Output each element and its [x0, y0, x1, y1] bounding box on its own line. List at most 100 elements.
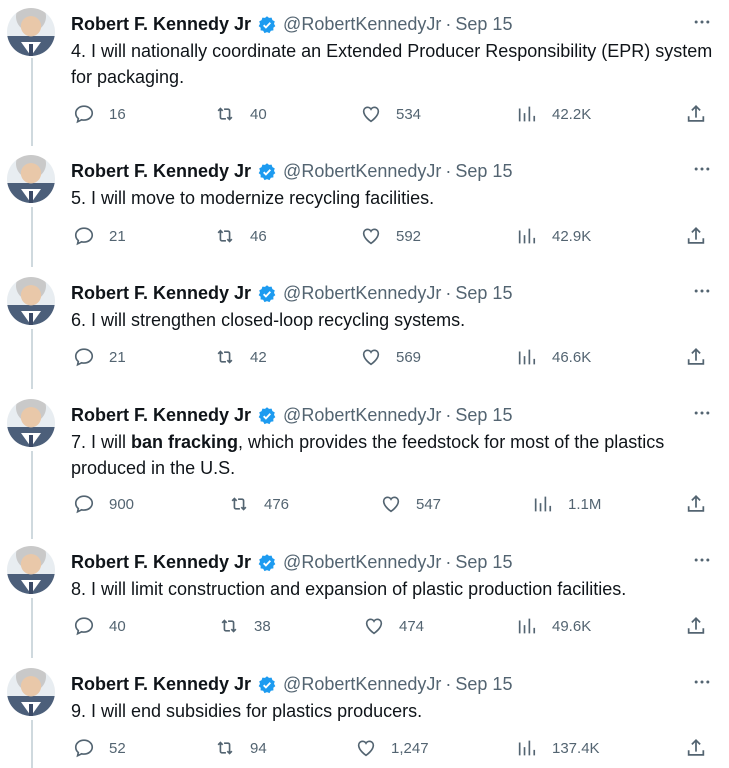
- tweet[interactable]: Robert F. Kennedy Jr @RobertKennedyJr · …: [0, 277, 729, 387]
- views-icon: [518, 618, 536, 634]
- views-button[interactable]: 49.6K: [516, 615, 591, 637]
- tweet[interactable]: Robert F. Kennedy Jr @RobertKennedyJr · …: [0, 399, 729, 534]
- more-icon[interactable]: [692, 550, 712, 575]
- tweet[interactable]: Robert F. Kennedy Jr @RobertKennedyJr · …: [0, 8, 729, 138]
- retweet-icon: [217, 107, 233, 121]
- like-button[interactable]: 569: [360, 346, 421, 368]
- tweet-date[interactable]: Sep 15: [455, 161, 512, 182]
- tweet-text: 4. I will nationally coordinate an Exten…: [71, 41, 713, 87]
- author-name[interactable]: Robert F. Kennedy Jr: [71, 552, 251, 573]
- author-handle[interactable]: @RobertKennedyJr: [283, 405, 441, 426]
- reply-button[interactable]: 21: [73, 346, 126, 368]
- avatar[interactable]: [7, 399, 55, 447]
- views-button[interactable]: 46.6K: [516, 346, 591, 368]
- tweet-header: Robert F. Kennedy Jr @RobertKennedyJr · …: [71, 552, 512, 573]
- tweet[interactable]: Robert F. Kennedy Jr @RobertKennedyJr · …: [0, 668, 729, 768]
- dot-separator: ·: [445, 161, 452, 181]
- retweet-icon: [231, 497, 247, 511]
- author-name[interactable]: Robert F. Kennedy Jr: [71, 14, 251, 35]
- more-icon[interactable]: [692, 672, 712, 697]
- like-button[interactable]: 592: [360, 225, 421, 247]
- share-icon[interactable]: [685, 103, 707, 130]
- retweet-icon: [221, 619, 237, 633]
- more-icon[interactable]: [692, 12, 712, 37]
- tweet-date[interactable]: Sep 15: [455, 552, 512, 573]
- share-icon[interactable]: [685, 737, 707, 764]
- reply-icon: [74, 348, 94, 367]
- tweet-date[interactable]: Sep 15: [455, 674, 512, 695]
- views-button[interactable]: 1.1M: [532, 493, 601, 515]
- like-count: 474: [399, 617, 425, 635]
- views-count: 46.6K: [552, 348, 592, 366]
- author-handle[interactable]: @RobertKennedyJr: [283, 14, 441, 35]
- reply-button[interactable]: 16: [73, 103, 126, 125]
- retweet-button[interactable]: 94: [214, 737, 267, 759]
- like-count: 1,247: [391, 739, 429, 757]
- avatar[interactable]: [7, 277, 55, 325]
- retweet-icon: [217, 229, 233, 243]
- author-handle[interactable]: @RobertKennedyJr: [283, 552, 441, 573]
- verified-badge-icon: [257, 675, 277, 695]
- reply-button[interactable]: 21: [73, 225, 126, 247]
- like-button[interactable]: 547: [380, 493, 441, 515]
- like-icon: [362, 349, 380, 366]
- author-handle[interactable]: @RobertKennedyJr: [283, 161, 441, 182]
- avatar[interactable]: [7, 155, 55, 203]
- more-icon[interactable]: [692, 403, 712, 428]
- reply-count: 16: [109, 105, 126, 123]
- avatar[interactable]: [7, 546, 55, 594]
- more-icon[interactable]: [692, 281, 712, 306]
- verified-badge-icon: [257, 284, 277, 304]
- share-icon[interactable]: [685, 225, 707, 252]
- tweet-text: 8. I will limit construction and expansi…: [71, 579, 627, 599]
- reply-button[interactable]: 52: [73, 737, 126, 759]
- retweet-button[interactable]: 40: [214, 103, 267, 125]
- views-button[interactable]: 42.9K: [516, 225, 591, 247]
- tweet[interactable]: Robert F. Kennedy Jr @RobertKennedyJr · …: [0, 546, 729, 656]
- author-name[interactable]: Robert F. Kennedy Jr: [71, 283, 251, 304]
- author-handle[interactable]: @RobertKennedyJr: [283, 674, 441, 695]
- views-icon: [518, 740, 536, 756]
- retweet-icon: [217, 350, 233, 364]
- reply-icon: [74, 227, 94, 246]
- tweet-date[interactable]: Sep 15: [455, 405, 512, 426]
- views-icon: [518, 106, 536, 122]
- retweet-button[interactable]: 42: [214, 346, 267, 368]
- author-name[interactable]: Robert F. Kennedy Jr: [71, 405, 251, 426]
- reply-count: 40: [109, 617, 126, 635]
- tweet-header: Robert F. Kennedy Jr @RobertKennedyJr · …: [71, 405, 512, 426]
- like-button[interactable]: 534: [360, 103, 421, 125]
- like-icon: [362, 228, 380, 245]
- share-icon[interactable]: [685, 346, 707, 373]
- retweet-button[interactable]: 38: [218, 615, 271, 637]
- retweet-count: 42: [250, 348, 267, 366]
- retweet-button[interactable]: 476: [228, 493, 289, 515]
- author-handle[interactable]: @RobertKennedyJr: [283, 283, 441, 304]
- tweet-text: 5. I will move to modernize recycling fa…: [71, 188, 435, 208]
- author-name[interactable]: Robert F. Kennedy Jr: [71, 674, 251, 695]
- more-icon[interactable]: [692, 159, 712, 184]
- like-button[interactable]: 1,247: [355, 737, 429, 759]
- tweet-date[interactable]: Sep 15: [455, 283, 512, 304]
- like-count: 569: [396, 348, 422, 366]
- avatar[interactable]: [7, 8, 55, 56]
- like-icon: [357, 740, 375, 757]
- like-button[interactable]: 474: [363, 615, 424, 637]
- tweet[interactable]: Robert F. Kennedy Jr @RobertKennedyJr · …: [0, 155, 729, 265]
- avatar[interactable]: [7, 668, 55, 716]
- like-icon: [365, 618, 383, 635]
- share-icon[interactable]: [685, 493, 707, 520]
- tweet-date[interactable]: Sep 15: [455, 14, 512, 35]
- views-button[interactable]: 42.2K: [516, 103, 591, 125]
- share-icon[interactable]: [685, 615, 707, 642]
- reply-icon: [74, 495, 94, 514]
- views-button[interactable]: 137.4K: [516, 737, 600, 759]
- author-name[interactable]: Robert F. Kennedy Jr: [71, 161, 251, 182]
- tweet-header: Robert F. Kennedy Jr @RobertKennedyJr · …: [71, 674, 512, 695]
- reply-button[interactable]: 40: [73, 615, 126, 637]
- retweet-count: 476: [264, 495, 290, 513]
- reply-button[interactable]: 900: [73, 493, 134, 515]
- retweet-count: 94: [250, 739, 267, 757]
- retweet-button[interactable]: 46: [214, 225, 267, 247]
- views-count: 42.2K: [552, 105, 592, 123]
